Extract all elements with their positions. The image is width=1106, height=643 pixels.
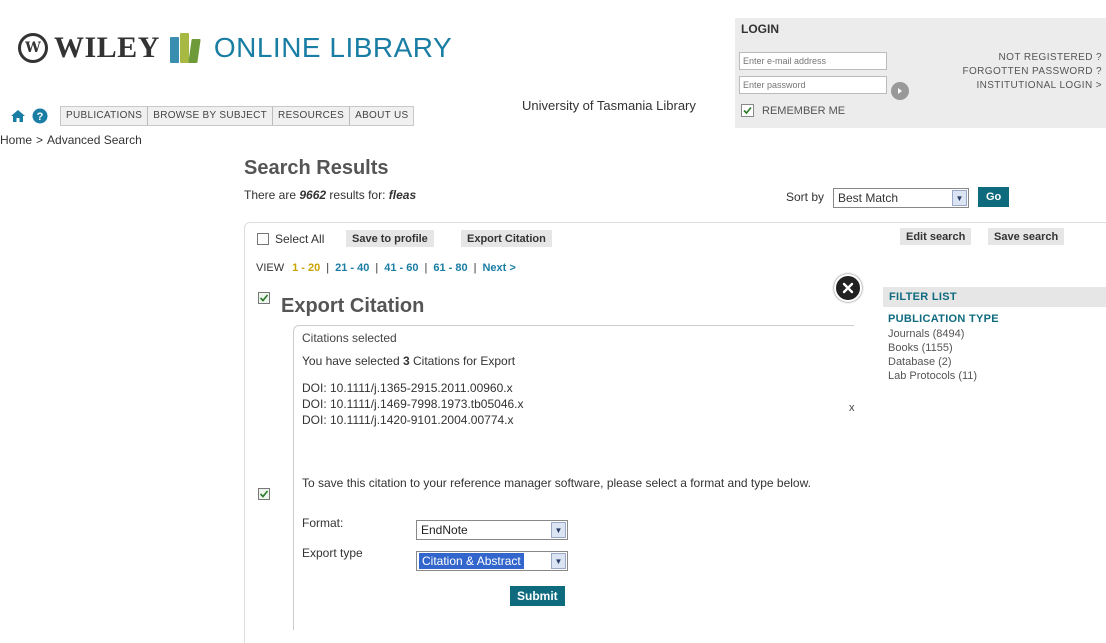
password-input[interactable] <box>739 76 887 94</box>
sort-select-value: Best Match <box>838 191 899 205</box>
login-submit-icon[interactable] <box>891 82 909 100</box>
sort-select[interactable]: Best Match ▼ <box>833 188 969 208</box>
remember-me[interactable]: REMEMBER ME <box>741 104 845 117</box>
sort-go-button[interactable]: Go <box>978 187 1010 207</box>
results-count-prefix: There are <box>244 188 297 202</box>
export-type-select-value: Citation & Abstract <box>419 553 524 569</box>
filter-publication-type: PUBLICATION TYPE <box>888 313 999 325</box>
save-search-button[interactable]: Save search <box>988 228 1065 245</box>
select-all-label: Select All <box>275 232 325 246</box>
chevron-down-icon[interactable]: ▼ <box>952 190 967 206</box>
close-icon[interactable] <box>834 274 862 302</box>
filter-database[interactable]: Database (2) <box>883 355 1106 369</box>
remember-me-checkbox[interactable] <box>741 104 754 117</box>
modal-title: Export Citation <box>281 295 425 317</box>
filter-list-title: FILTER LIST <box>883 287 1106 307</box>
selected-count-text: You have selected 3 Citations for Export <box>302 354 515 368</box>
citations-selected-heading: Citations selected <box>302 331 397 345</box>
main-nav: ? PUBLICATIONS BROWSE BY SUBJECT RESOURC… <box>10 106 415 126</box>
filter-books[interactable]: Books (1155) <box>883 341 1106 355</box>
page-link-4[interactable]: 61 - 80 <box>433 262 467 274</box>
sort-label: Sort by <box>786 190 825 204</box>
export-type-select[interactable]: Citation & Abstract ▼ <box>416 551 568 571</box>
results-count-number: 9662 <box>299 188 327 202</box>
filter-journals[interactable]: Journals (8494) <box>883 327 1106 341</box>
chevron-down-icon[interactable]: ▼ <box>551 522 566 538</box>
format-label: Format: <box>302 516 344 530</box>
result-checkbox[interactable] <box>258 488 270 500</box>
results-count-mid: results for: <box>329 188 386 202</box>
brand-online-library: ONLINE LIBRARY <box>213 32 453 63</box>
export-citation-button[interactable]: Export Citation <box>461 230 552 247</box>
nav-about-us[interactable]: ABOUT US <box>350 107 413 125</box>
svg-text:?: ? <box>37 111 44 123</box>
login-panel: LOGIN REMEMBER ME NOT REGISTERED ? FORGO… <box>735 18 1106 128</box>
edit-search-button[interactable]: Edit search <box>900 228 972 245</box>
breadcrumb-separator: > <box>36 133 44 147</box>
selected-count-prefix: You have selected <box>302 354 400 368</box>
doi-item: DOI: 10.1111/j.1420-9101.2004.00774.x <box>302 413 514 427</box>
wiley-logo[interactable]: W WILEY ONLINE LIBRARY <box>18 28 452 68</box>
breadcrumb: Home > Advanced Search <box>0 133 142 147</box>
email-input[interactable] <box>739 52 887 70</box>
save-to-profile-button[interactable]: Save to profile <box>346 230 434 247</box>
filter-lab-protocols[interactable]: Lab Protocols (11) <box>883 369 1106 383</box>
doi-item: DOI: 10.1111/j.1469-7998.1973.tb05046.x <box>302 397 524 411</box>
page-link-1[interactable]: 1 - 20 <box>292 262 320 274</box>
not-registered-link[interactable]: NOT REGISTERED ? <box>999 52 1102 63</box>
books-icon <box>168 33 206 63</box>
page-link-2[interactable]: 21 - 40 <box>335 262 369 274</box>
submit-button[interactable]: Submit <box>510 586 565 606</box>
breadcrumb-home[interactable]: Home <box>0 133 32 147</box>
selected-count-number: 3 <box>402 354 410 368</box>
forgotten-password-link[interactable]: FORGOTTEN PASSWORD ? <box>963 66 1103 77</box>
export-instructions: To save this citation to your reference … <box>302 476 811 490</box>
results-query: fleas <box>388 188 417 202</box>
page-link-next[interactable]: Next > <box>482 262 515 274</box>
select-all-checkbox[interactable] <box>257 233 269 245</box>
format-select-value: EndNote <box>421 523 468 537</box>
format-select[interactable]: EndNote ▼ <box>416 520 568 540</box>
view-label: VIEW <box>256 262 285 274</box>
page-link-3[interactable]: 41 - 60 <box>384 262 418 274</box>
doi-list: DOI: 10.1111/j.1365-2915.2011.00960.x DO… <box>302 380 524 428</box>
brand-wiley: WILEY <box>54 31 160 64</box>
remember-me-label: REMEMBER ME <box>762 104 846 117</box>
nav-publications[interactable]: PUBLICATIONS <box>61 107 149 125</box>
doi-item: DOI: 10.1111/j.1365-2915.2011.00960.x <box>302 381 513 395</box>
result-checkbox[interactable] <box>258 292 270 304</box>
selected-count-suffix: Citations for Export <box>413 354 516 368</box>
home-icon[interactable] <box>10 108 26 124</box>
export-type-label: Export type <box>302 546 363 560</box>
pagination: VIEW 1 - 20 | 21 - 40 | 41 - 60 | 61 - 8… <box>256 262 516 274</box>
nav-resources[interactable]: RESOURCES <box>273 107 351 125</box>
chevron-down-icon[interactable]: ▼ <box>551 553 566 569</box>
results-count: There are 9662 results for: fleas <box>244 188 416 202</box>
filter-list: FILTER LIST PUBLICATION TYPE Journals (8… <box>883 287 1106 383</box>
wiley-seal-icon: W <box>18 33 48 63</box>
login-title: LOGIN <box>741 22 779 36</box>
library-name: University of Tasmania Library <box>522 98 696 113</box>
breadcrumb-current: Advanced Search <box>47 133 142 147</box>
page-title: Search Results <box>244 157 389 179</box>
help-icon[interactable]: ? <box>32 108 48 124</box>
institutional-login-link[interactable]: INSTITUTIONAL LOGIN > <box>976 80 1102 91</box>
nav-menu: PUBLICATIONS BROWSE BY SUBJECT RESOURCES… <box>60 106 415 126</box>
select-all[interactable]: Select All <box>257 232 324 246</box>
nav-browse-by-subject[interactable]: BROWSE BY SUBJECT <box>148 107 274 125</box>
